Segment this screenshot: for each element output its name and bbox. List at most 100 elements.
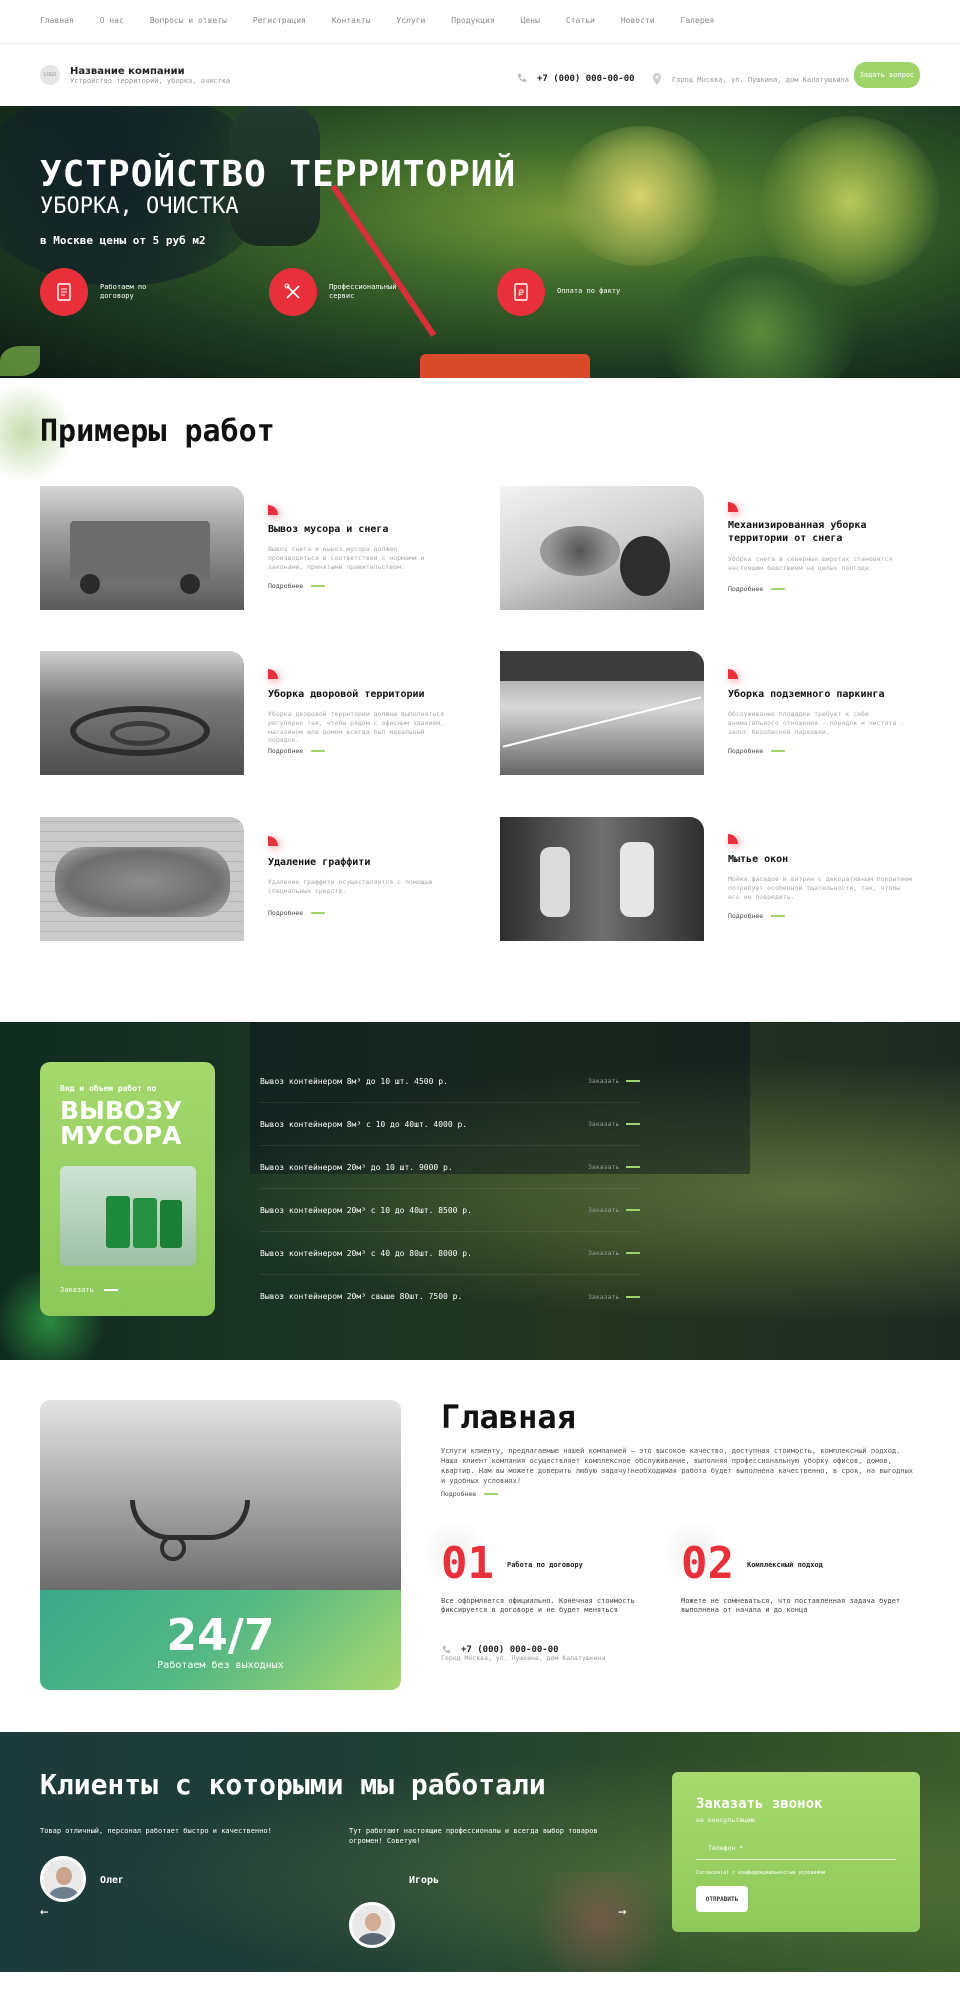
company-brand[interactable]: LOGO Название компании Устройство террит… [40, 65, 230, 85]
nav-products[interactable]: Продукция [451, 16, 494, 25]
dash-icon [626, 1123, 640, 1125]
submit-button[interactable]: ОТПРАВИТЬ [696, 1886, 748, 1912]
work-title[interactable]: Вывоз мусора и снега [268, 524, 468, 537]
feature-label: Работаем по договору [100, 282, 147, 300]
work-description: Уборка дворовой территории должна выполн… [268, 710, 445, 745]
more-label: Подробнее [268, 747, 304, 755]
more-link[interactable]: Подробнее [268, 747, 326, 755]
nav-home[interactable]: Главная [40, 16, 74, 25]
dash-icon [103, 1289, 118, 1291]
avatar [349, 1902, 395, 1948]
price-order-link[interactable]: Заказать [588, 1163, 626, 1171]
more-link[interactable]: Подробнее [441, 1490, 499, 1498]
more-label: Подробнее [728, 585, 764, 593]
work-photo-windows[interactable] [500, 817, 704, 941]
phone-input[interactable]: Телефон * [696, 1836, 896, 1860]
company-tagline: Устройство территорий, уборка, очистка [70, 76, 231, 85]
price-order-link[interactable]: Заказать [588, 1077, 626, 1085]
nav-faq[interactable]: Вопросы и ответы [150, 16, 227, 25]
nav-about[interactable]: О нас [100, 16, 124, 25]
hero-subtitle: УБОРКА, ОЧИСТКА [40, 194, 239, 219]
avatar [40, 1856, 86, 1902]
work-description: Обслуживание площадки требует к себе вни… [728, 710, 905, 736]
svg-text:₽: ₽ [518, 289, 524, 299]
works-title: Примеры работ [40, 414, 275, 449]
schedule-badge: 24/7 Работаем без выходных [40, 1590, 401, 1690]
work-title[interactable]: Мытье окон [728, 854, 918, 867]
point-number: 01 [441, 1538, 494, 1589]
accent-mark [728, 834, 738, 844]
schedule-big: 24/7 [166, 1610, 275, 1661]
more-link[interactable]: Подробнее [268, 909, 326, 917]
more-label: Подробнее [268, 909, 304, 917]
about-title: Главная [441, 1398, 576, 1436]
hero-banner: УСТРОЙСТВО ТЕРРИТОРИЙ УБОРКА, ОЧИСТКА в … [0, 106, 960, 378]
more-label: Подробнее [268, 582, 304, 590]
point-label: Комплексный подход [747, 1561, 823, 1569]
work-title[interactable]: Удаление граффити [268, 857, 468, 870]
price-row: Вывоз контейнером 8м³ с 10 до 40шт. 4000… [260, 1103, 640, 1146]
clients-section: Клиенты с которыми мы работали Товар отл… [0, 1732, 960, 1972]
nav-articles[interactable]: Статьи [566, 16, 595, 25]
work-photo-garbage[interactable] [40, 486, 244, 610]
header-phone[interactable]: +7 (000) 000-00-00 [516, 69, 635, 88]
point-description: Можете не сомневаться, что поставленная … [681, 1597, 901, 1615]
more-link[interactable]: Подробнее [728, 912, 786, 920]
top-navigation: Главная О нас Вопросы и ответы Регистрац… [40, 16, 714, 25]
work-photo-yard[interactable] [40, 651, 244, 775]
location-pin-icon [652, 70, 662, 89]
nav-news[interactable]: Новости [621, 16, 655, 25]
divider [0, 43, 960, 44]
address-text: Город Москва, ул. Пушкина, дом Калатушки… [672, 75, 850, 84]
hero-title: УСТРОЙСТВО ТЕРРИТОРИЙ [40, 154, 517, 195]
price-order-link[interactable]: Заказать [588, 1293, 626, 1301]
more-link[interactable]: Подробнее [728, 585, 786, 593]
work-title[interactable]: Уборка подземного паркинга [728, 689, 918, 702]
hero-price: в Москве цены от 5 руб м2 [40, 234, 206, 247]
spreader-cart [420, 354, 590, 378]
tools-icon [269, 268, 317, 316]
card-order-label: Заказать [60, 1286, 94, 1294]
price-row-label: Вывоз контейнером 8м³ до 10 шт. 4500 р. [260, 1076, 448, 1086]
price-order-link[interactable]: Заказать [588, 1206, 626, 1214]
prev-arrow-icon[interactable]: ← [40, 1904, 48, 1920]
nav-services[interactable]: Услуги [396, 16, 425, 25]
more-link[interactable]: Подробнее [728, 747, 786, 755]
clients-title: Клиенты с которыми мы работали [40, 1768, 546, 1801]
work-photo-snow[interactable] [500, 486, 704, 610]
nav-gallery[interactable]: Галерея [681, 16, 715, 25]
work-title[interactable]: Механизированная уборка территории от сн… [728, 520, 918, 545]
card-order-button[interactable]: Заказать [60, 1286, 118, 1294]
nav-register[interactable]: Регистрация [253, 16, 306, 25]
dash-icon [626, 1209, 640, 1211]
price-row: Вывоз контейнером 20м³ до 10 шт. 9000 р.… [260, 1146, 640, 1189]
callback-title: Заказать звонок [696, 1796, 823, 1812]
price-row-label: Вывоз контейнером 20м³ с 10 до 40шт. 850… [260, 1205, 472, 1215]
company-name: Название компании [70, 65, 185, 77]
price-order-link[interactable]: Заказать [588, 1249, 626, 1257]
consent-checkbox[interactable]: Согласен(а) с конфиденциальностью услови… [696, 1870, 825, 1876]
feature-payment: ₽ Оплата по факту [497, 268, 637, 316]
card-kicker: Вид и объем работ по [60, 1084, 157, 1093]
dash-icon [311, 585, 326, 587]
work-photo-parking[interactable] [500, 651, 704, 775]
pricing-card: Вид и объем работ по ВЫВОЗУ МУСОРА Заказ… [40, 1062, 215, 1316]
nav-prices[interactable]: Цены [521, 16, 540, 25]
more-label: Подробнее [441, 1490, 477, 1498]
work-title[interactable]: Уборка дворовой территории [268, 689, 468, 702]
ask-question-button[interactable]: Задать вопрос [854, 62, 920, 88]
price-row-label: Вывоз контейнером 20м³ свыше 80шт. 7500 … [260, 1292, 463, 1301]
price-order-link[interactable]: Заказать [588, 1120, 626, 1128]
nav-contacts[interactable]: Контакты [332, 16, 371, 25]
accent-mark [268, 836, 278, 846]
callback-subtitle: на консультацию [696, 1816, 755, 1824]
next-arrow-icon[interactable]: → [618, 1904, 626, 1920]
dash-icon [626, 1166, 640, 1168]
review-text: Товар отличный, персонал работает быстро… [40, 1827, 272, 1835]
phone-icon [516, 69, 527, 88]
dash-icon [771, 588, 786, 590]
work-photo-graffiti[interactable] [40, 817, 244, 941]
about-image-card: 24/7 Работаем без выходных [40, 1400, 401, 1690]
more-label: Подробнее [728, 912, 764, 920]
more-link[interactable]: Подробнее [268, 582, 326, 590]
